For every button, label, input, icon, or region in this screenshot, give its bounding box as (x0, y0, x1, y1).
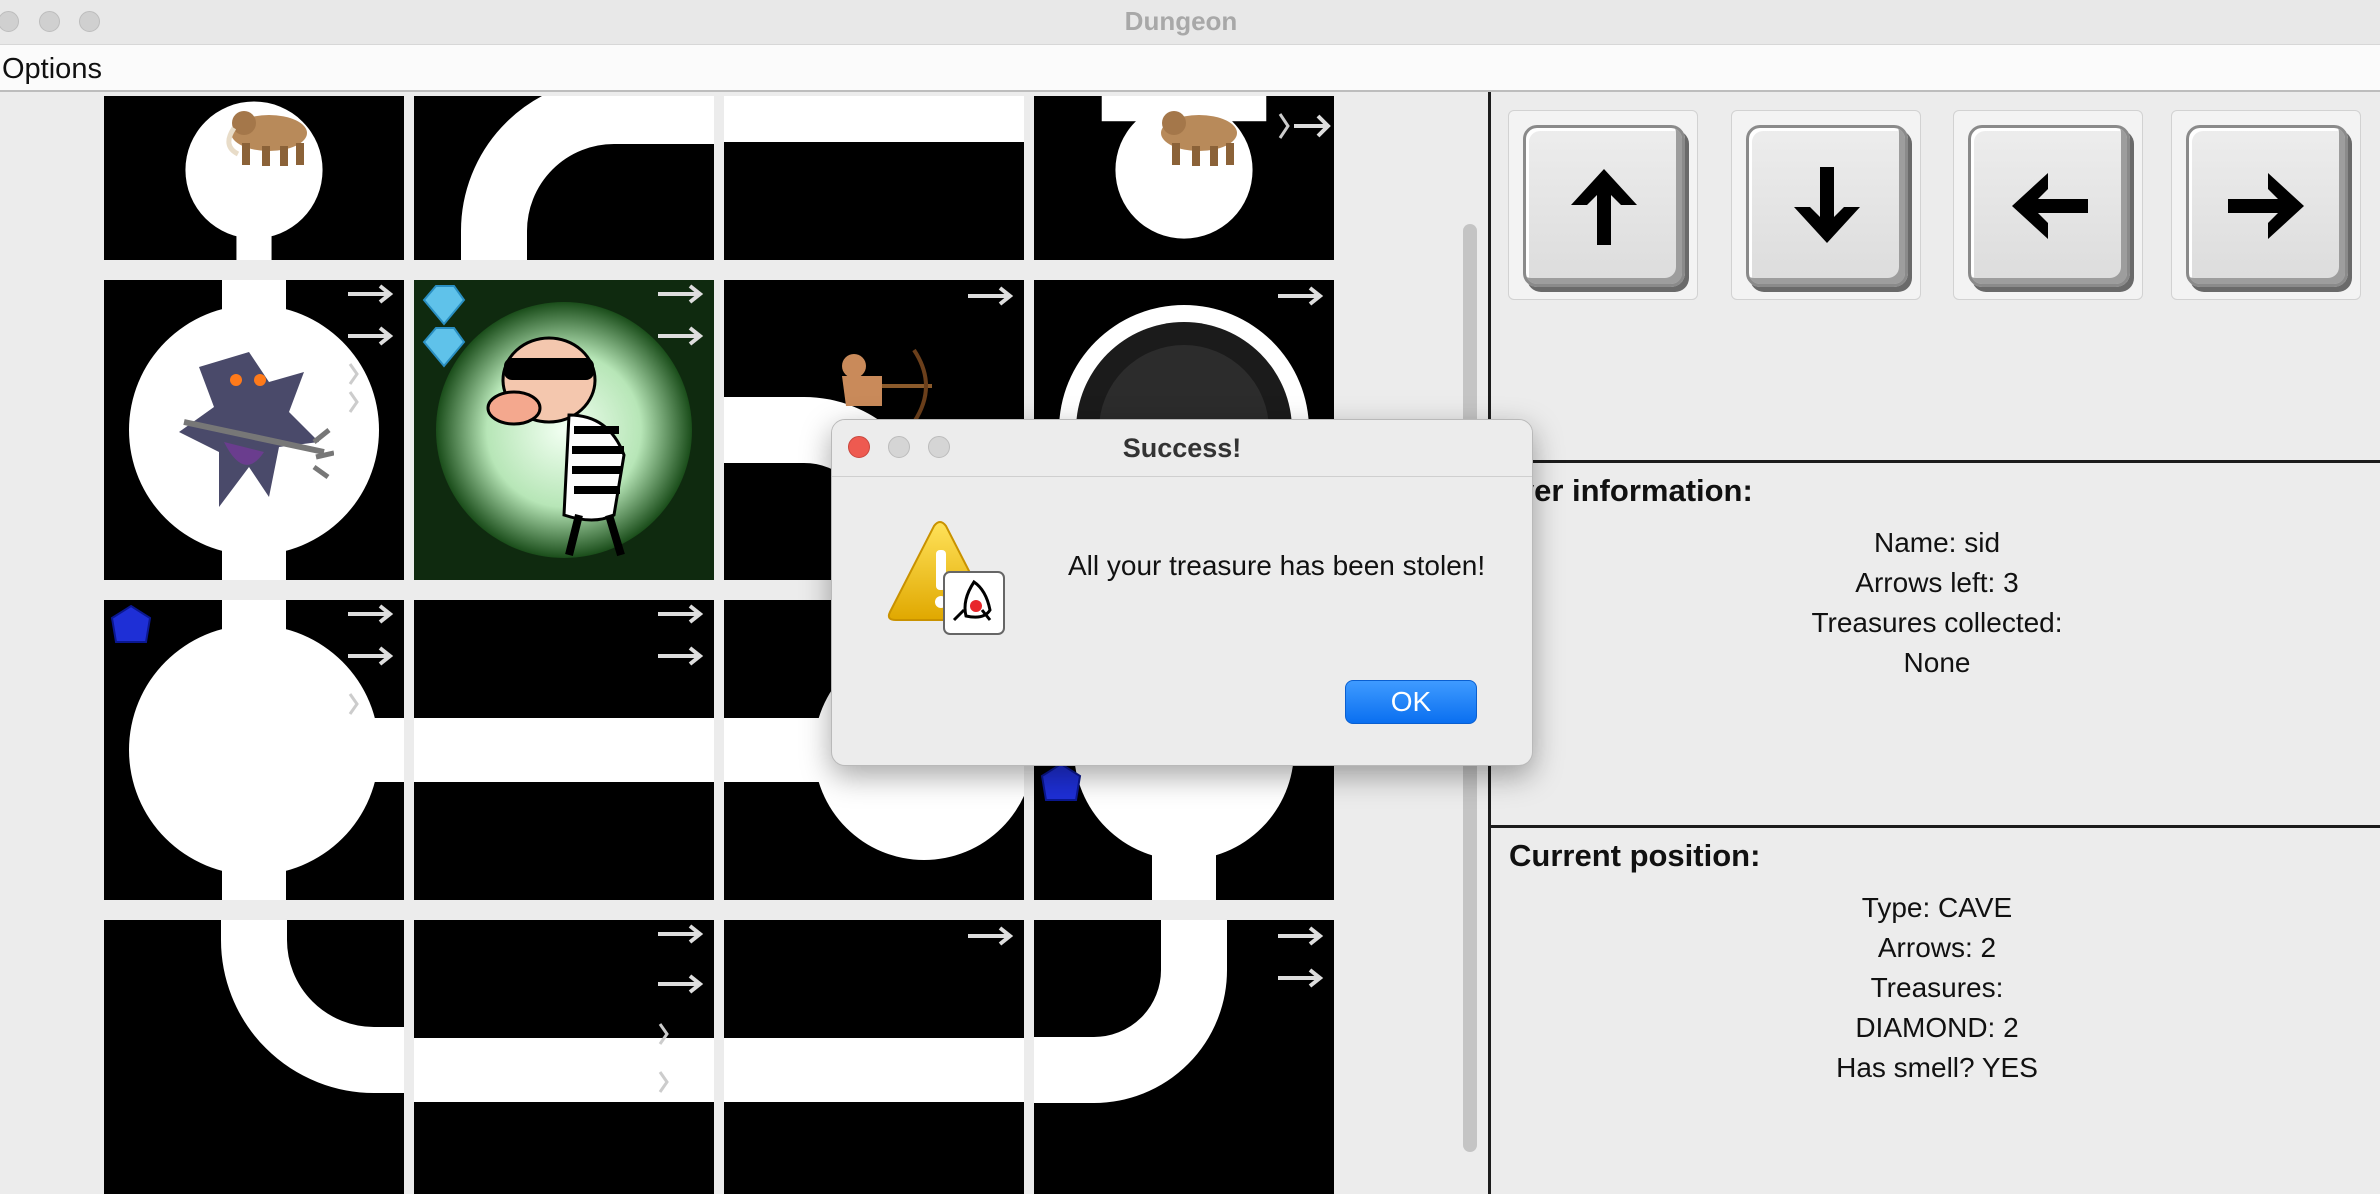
position-arrows: Arrows: 2 (1877, 932, 1997, 963)
sapphire-icon (110, 604, 152, 643)
window-titlebar: Dungeon (0, 0, 2380, 44)
success-dialog: Success! All your treasure has been stol… (831, 419, 1533, 766)
arrow-marker-icon (348, 284, 394, 413)
archer-icon (842, 348, 932, 424)
dungeon-cell (1034, 96, 1334, 260)
move-up-button[interactable] (1508, 110, 1698, 300)
dungeon-cell (414, 920, 714, 1194)
arrow-marker-icon (968, 286, 1014, 306)
arrow-marker-icon (658, 604, 704, 666)
current-position-panel: Current position: Type: CAVE Arrows: 2 T… (1491, 825, 2380, 1194)
move-left-button[interactable] (1953, 110, 2143, 300)
move-down-button[interactable] (1731, 110, 1921, 300)
dungeon-cell (1034, 920, 1334, 1194)
player-arrows: Arrows left: 3 (1855, 567, 2019, 598)
tunnel-bend (221, 920, 404, 1093)
monster-icon (1161, 111, 1237, 166)
arrow-left-icon (2012, 173, 2088, 239)
menu-options[interactable]: Options (2, 53, 102, 86)
arrow-marker-icon (1278, 286, 1324, 306)
tunnel-bend (461, 96, 714, 260)
move-right-button[interactable] (2171, 110, 2361, 300)
ok-button[interactable]: OK (1345, 680, 1477, 724)
position-type: Type: CAVE (1861, 892, 2013, 923)
side-panel: layer information: Name: sid Arrows left… (1488, 92, 2380, 1194)
arrow-marker-icon (968, 926, 1014, 946)
diamond-icon (422, 285, 466, 368)
position-treasure-item: DIAMOND: 2 (1855, 1012, 2019, 1043)
arrow-down-icon (1794, 167, 1860, 243)
warning-icon (887, 521, 1005, 635)
arrow-marker-icon (1278, 926, 1324, 988)
dialog-titlebar: Success! (832, 420, 1532, 477)
position-panel-title: Current position: (1509, 838, 1761, 873)
player-information-panel: layer information: Name: sid Arrows left… (1491, 460, 2380, 826)
dungeon-cell (414, 600, 714, 900)
position-treasures-label: Treasures: (1870, 972, 2004, 1003)
arrow-right-icon (2228, 173, 2304, 239)
dialog-title: Success! (1122, 433, 1242, 463)
monster-icon (179, 352, 334, 507)
window-title: Dungeon (1124, 6, 1238, 36)
arrow-marker-icon (348, 604, 394, 715)
monster-icon (226, 111, 307, 166)
dungeon-cell (104, 280, 404, 580)
tunnel-horizontal (724, 96, 1024, 142)
arrow-up-icon (1571, 169, 1637, 245)
dungeon-cell-player (414, 280, 714, 580)
dungeon-cell (104, 920, 404, 1194)
dungeon-cell (104, 96, 404, 260)
dungeon-cell (414, 96, 714, 260)
arrow-marker-icon (658, 284, 704, 346)
player-name: Name: sid (1873, 527, 2001, 558)
menu-bar: Options (0, 44, 2380, 92)
arrow-marker-icon (1278, 113, 1331, 139)
tunnel-horizontal (724, 1038, 1024, 1102)
position-smell: Has smell? YES (1836, 1052, 2038, 1083)
sapphire-icon (1040, 762, 1082, 801)
position-details: Type: CAVE Arrows: 2 Treasures: DIAMOND:… (1491, 888, 2380, 1088)
dialog-message: All your treasure has been stolen! (1068, 550, 1486, 581)
player-treasures-label: Treasures collected: (1811, 607, 2063, 638)
thief-icon (486, 336, 626, 557)
dungeon-cell (724, 96, 1024, 260)
dungeon-cell (724, 920, 1024, 1194)
player-treasures-value: None (1903, 647, 1971, 678)
dungeon-cell (104, 600, 404, 900)
player-details: Name: sid Arrows left: 3 Treasures colle… (1491, 523, 2380, 683)
arrow-marker-icon (658, 924, 704, 1093)
